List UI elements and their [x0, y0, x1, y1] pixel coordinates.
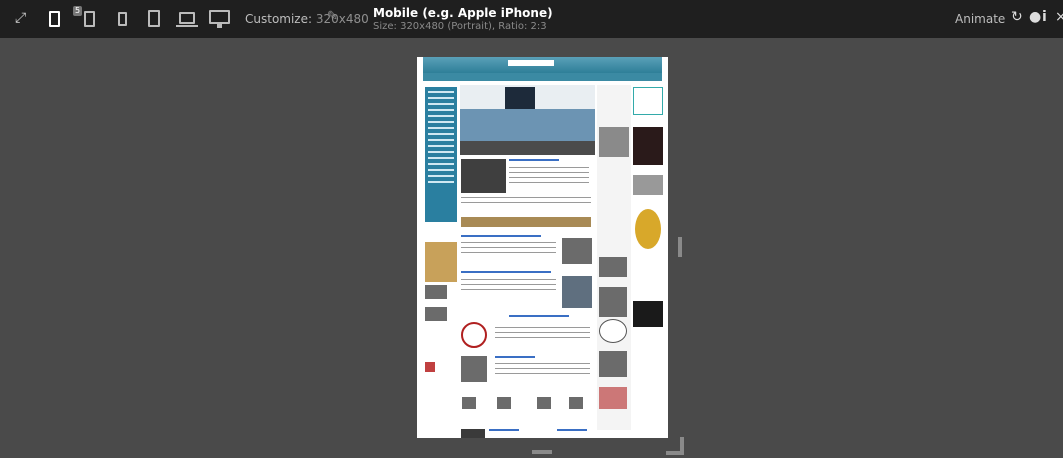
device-title: Mobile (e.g. Apple iPhone) — [373, 6, 553, 20]
site-news-link-4 — [509, 315, 569, 317]
site-thumb-3 — [537, 397, 551, 409]
site-mid-photo-1 — [599, 257, 627, 277]
drop-icon[interactable]: ● — [1029, 9, 1041, 25]
laptop-icon[interactable] — [179, 12, 195, 24]
site-ad-nomad — [635, 209, 661, 249]
site-news-link-5 — [495, 356, 535, 358]
device-subtitle: Size: 320x480 (Portrait), Ratio: 2:3 — [373, 21, 547, 32]
toolbar: ⤢ 5 Customize: 320x480 ✎ Mobile (e.g. Ap… — [0, 0, 1063, 38]
info-icon[interactable]: i — [1042, 9, 1047, 25]
site-news-photo-2 — [562, 238, 592, 264]
site-left-photo-2 — [425, 307, 447, 321]
site-thumb-4 — [569, 397, 583, 409]
site-mid-logo — [599, 319, 627, 343]
site-news-photo-5 — [461, 429, 485, 438]
site-ad-topeak — [633, 301, 663, 327]
rotate-icon[interactable]: ↻ — [1011, 9, 1023, 25]
animate-label[interactable]: Animate — [955, 12, 1005, 26]
tablet-large-icon[interactable] — [148, 10, 160, 27]
site-ad-photo — [633, 175, 663, 195]
site-mid-photo-3 — [599, 351, 627, 377]
customize-control[interactable]: Customize: 320x480 — [245, 12, 369, 26]
site-ad-ktm — [633, 127, 663, 165]
resize-handle-bottom[interactable] — [532, 450, 552, 454]
desktop-stand — [217, 24, 222, 28]
expand-icon[interactable]: ⤢ — [15, 10, 26, 26]
resize-handle-corner[interactable] — [666, 437, 684, 455]
site-left-nav — [425, 87, 457, 222]
close-icon[interactable]: × — [1055, 9, 1063, 25]
site-left-photo-1 — [425, 285, 447, 299]
phone-icon[interactable] — [49, 11, 60, 27]
site-logo — [508, 60, 554, 66]
tablet-icon[interactable] — [118, 12, 127, 26]
site-ad-totalbike — [633, 253, 663, 265]
site-banner-jersey — [505, 87, 535, 109]
site-sponsor-strip — [461, 217, 591, 227]
device-preview-frame[interactable] — [417, 57, 668, 438]
site-menu-bar — [423, 73, 662, 81]
site-left-badge — [425, 362, 435, 372]
site-news-link-1 — [509, 159, 559, 161]
site-ad-bike — [633, 87, 663, 115]
pencil-icon[interactable]: ✎ — [327, 9, 338, 24]
device-count-badge: 5 — [73, 6, 82, 16]
desktop-icon[interactable] — [209, 10, 230, 24]
site-news-photo-3 — [562, 276, 592, 308]
site-news-link-2 — [461, 235, 541, 237]
site-banner-photo — [460, 141, 595, 155]
resize-handle-right[interactable] — [678, 237, 682, 257]
site-mid-photo-4 — [599, 387, 627, 409]
customize-label: Customize: — [245, 12, 313, 26]
customize-value: 320x480 — [315, 12, 369, 26]
site-mid-photos — [599, 127, 629, 157]
site-news-link-3 — [461, 271, 551, 273]
site-club-logo — [461, 322, 487, 348]
site-thumb-1 — [462, 397, 476, 409]
site-mid-photo-2 — [599, 287, 627, 317]
site-news-photo-4 — [461, 356, 487, 382]
phone-small-icon[interactable] — [84, 11, 95, 27]
laptop-base — [176, 25, 198, 27]
site-left-ads — [425, 242, 457, 282]
site-ad-webshop — [633, 269, 663, 295]
site-news-photo-1 — [461, 159, 506, 193]
site-thumb-2 — [497, 397, 511, 409]
